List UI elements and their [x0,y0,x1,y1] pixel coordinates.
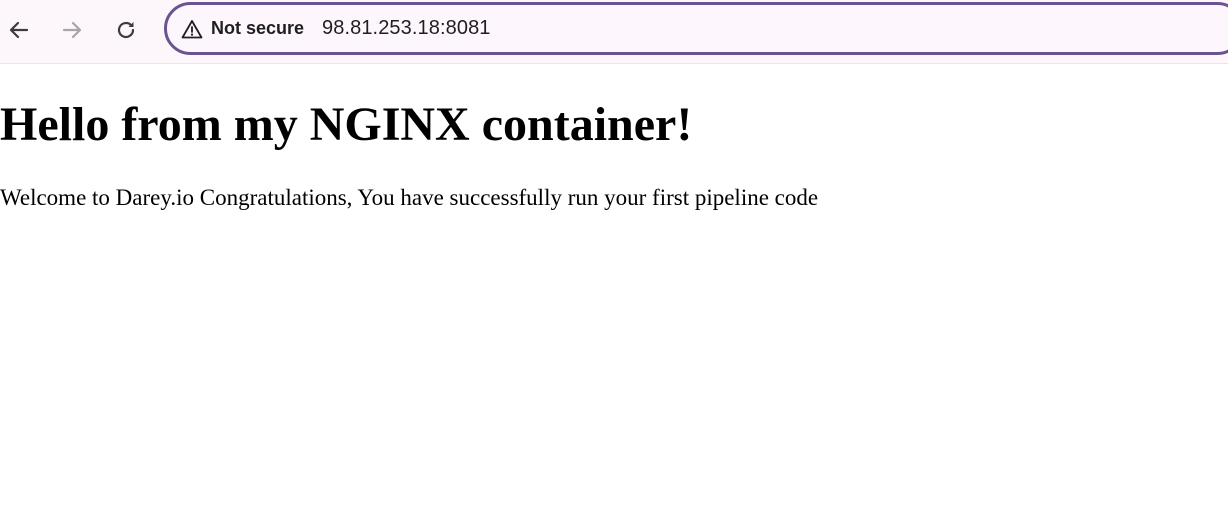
browser-toolbar: Not secure 98.81.253.18:8081 [0,0,1228,64]
page-heading: Hello from my NGINX container! [0,98,693,151]
back-button[interactable] [2,13,36,47]
reload-button[interactable] [109,13,143,47]
security-label: Not secure [211,18,305,38]
warning-triangle-icon [181,19,211,39]
page-content: Hello from my NGINX container! Welcome t… [0,64,1228,519]
page-paragraph: Welcome to Darey.io Congratulations, You… [0,185,819,210]
arrow-left-icon [7,18,31,42]
address-bar[interactable]: Not secure 98.81.253.18:8081 [164,2,1228,55]
security-indicator[interactable]: Not secure [181,5,304,52]
reload-icon [114,18,138,42]
arrow-right-icon [60,18,84,42]
url-text[interactable]: 98.81.253.18:8081 [322,5,491,52]
forward-button[interactable] [55,13,89,47]
